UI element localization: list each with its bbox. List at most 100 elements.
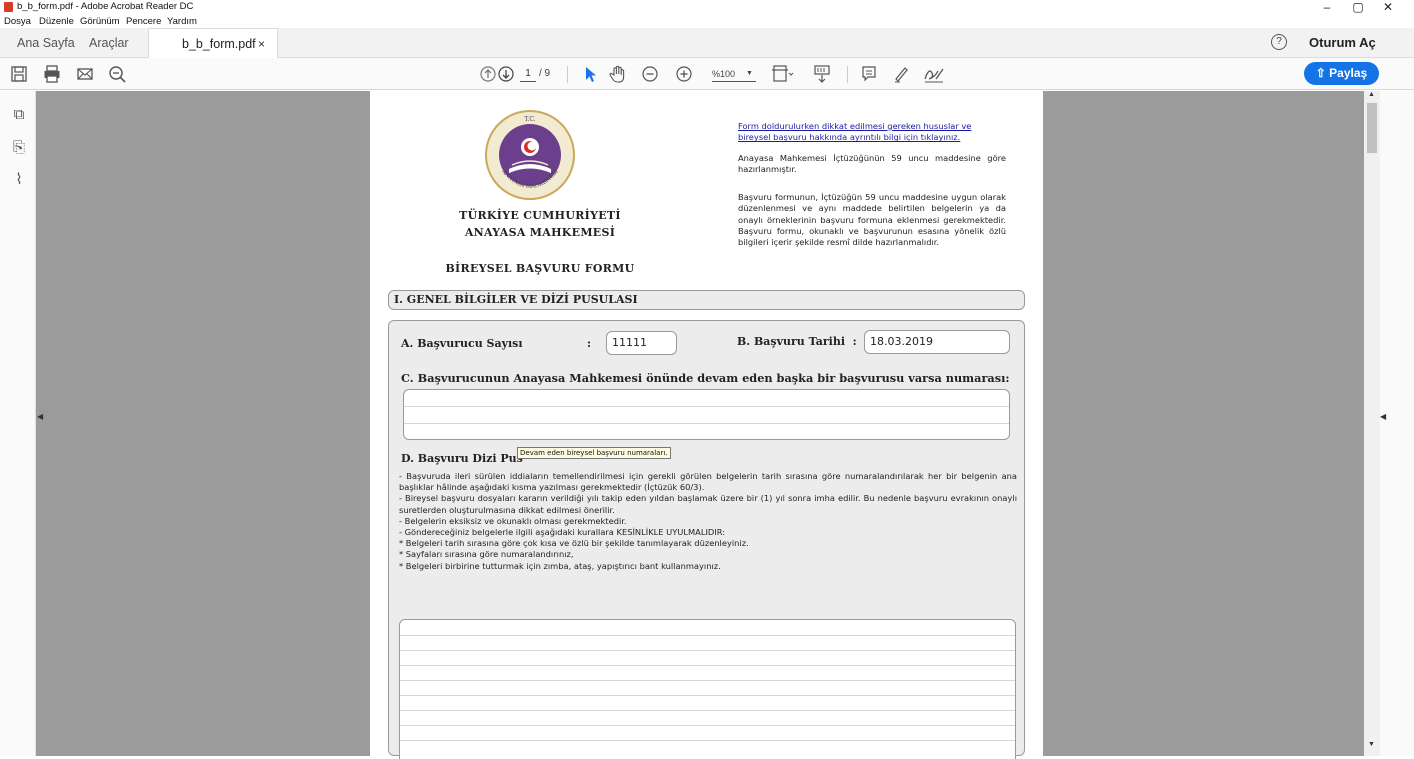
field-tooltip: Devam eden bireysel başvuru numaraları. — [517, 447, 671, 459]
scroll-mode-icon[interactable] — [812, 63, 832, 85]
print-icon[interactable] — [43, 63, 61, 85]
field-rule-line — [404, 406, 1009, 407]
info-link-line1[interactable]: Form doldurulurken dikkat edilmesi gerek… — [738, 121, 971, 131]
highlight-pen-icon[interactable] — [892, 63, 910, 85]
menu-file[interactable]: Dosya — [4, 16, 31, 27]
scroll-thumb[interactable] — [1367, 103, 1377, 153]
share-icon: ⇧ — [1315, 66, 1330, 80]
instruction-line: - Göndereceğiniz belgelerle ilgili aşağı… — [399, 527, 726, 538]
share-button[interactable]: ⇧ Paylaş — [1304, 62, 1379, 85]
left-navigation-panel: ⧉ ⎘ ⌇ — [0, 91, 36, 756]
pending-application-number-field[interactable] — [403, 389, 1010, 440]
intro-paragraph-1: Anayasa Mahkemesi İçtüzüğünün 59 uncu ma… — [738, 153, 1006, 175]
window-title: b_b_form.pdf - Adobe Acrobat Reader DC — [17, 1, 194, 12]
general-info-section: A. Başvurucu Sayısı : 11111 B. Başvuru T… — [388, 320, 1025, 759]
info-link[interactable]: Form doldurulurken dikkat edilmesi gerek… — [738, 121, 1006, 144]
instruction-line: * Belgeleri tarih sırasına göre çok kısa… — [399, 538, 749, 549]
sign-in-button[interactable]: Oturum Aç — [1309, 35, 1376, 50]
tab-close-icon[interactable]: × — [258, 29, 265, 59]
tab-bar: Ana Sayfa Araçlar b_b_form.pdf × ? Oturu… — [0, 28, 1414, 58]
instructions-block: - Başvuruda ileri sürülen iddiaların tem… — [399, 471, 1017, 572]
menu-window[interactable]: Pencere — [126, 16, 161, 27]
field-rule-line — [400, 710, 1015, 711]
application-date-field[interactable]: 18.03.2019 — [864, 330, 1010, 354]
help-icon[interactable]: ? — [1271, 34, 1287, 50]
zoom-search-icon[interactable] — [108, 63, 126, 85]
title-bar: b_b_form.pdf - Adobe Acrobat Reader DC –… — [0, 0, 1414, 14]
attachment-icon[interactable]: ⌇ — [10, 171, 28, 189]
restore-button[interactable]: ▢ — [1343, 0, 1373, 14]
index-slip-label: D. Başvuru Dizi Pus — [401, 452, 523, 465]
pdf-page: T.C. ANAYASA MAHKEMESİ TÜRKİYE CUMHURİYE… — [370, 91, 1043, 759]
collapse-left-panel-icon[interactable]: ◀ — [37, 412, 43, 421]
org-name-line1: TÜRKİYE CUMHURİYETİ — [459, 209, 621, 222]
tab-tools[interactable]: Araçlar — [89, 28, 129, 58]
instruction-line: - Bireysel başvuru dosyaları kararın ver… — [399, 493, 1017, 515]
copy-pages-icon[interactable]: ⎘ — [10, 139, 28, 157]
application-date-label-text: B. Başvuru Tarihi — [737, 335, 845, 348]
vertical-scrollbar[interactable]: ▲ ▼ — [1364, 91, 1380, 756]
application-date-label: B. Başvuru Tarihi : — [737, 335, 857, 348]
instruction-line: * Sayfaları sırasına göre numaralandırın… — [399, 549, 574, 560]
share-label: Paylaş — [1329, 66, 1368, 80]
next-page-icon[interactable] — [497, 63, 515, 85]
close-button[interactable]: ✕ — [1373, 0, 1403, 14]
document-list-field[interactable] — [399, 619, 1016, 759]
field-rule-line — [400, 725, 1015, 726]
field-rule-line — [400, 680, 1015, 681]
info-link-line2[interactable]: bireysel başvuru hakkında ayrıntılı bilg… — [738, 132, 960, 142]
field-rule-line — [404, 423, 1009, 424]
menu-edit[interactable]: Düzenle — [39, 16, 74, 27]
menu-bar: Dosya Düzenle Görünüm Pencere Yardım — [0, 14, 1414, 28]
colon-separator: : — [587, 337, 592, 350]
applicant-count-label: A. Başvurucu Sayısı — [401, 337, 523, 350]
constitutional-court-seal: T.C. ANAYASA MAHKEMESİ — [485, 110, 575, 200]
email-icon[interactable] — [76, 63, 94, 85]
field-rule-line — [400, 695, 1015, 696]
applicant-count-field[interactable]: 11111 — [606, 331, 677, 355]
instruction-line: - Başvuruda ileri sürülen iddiaların tem… — [399, 471, 1017, 493]
org-name-line2: ANAYASA MAHKEMESİ — [464, 226, 616, 239]
pending-application-label: C. Başvurucunun Anayasa Mahkemesi önünde… — [401, 371, 1010, 385]
colon-separator: : — [852, 335, 857, 348]
minimize-button[interactable]: – — [1312, 0, 1342, 14]
page-total: / 9 — [539, 68, 551, 79]
hand-tool-icon[interactable] — [609, 63, 627, 85]
instruction-line: * Belgeleri birbirine tutturmak için zım… — [399, 560, 721, 571]
page-number-input[interactable]: 1 — [520, 66, 536, 82]
fit-page-icon[interactable] — [770, 63, 794, 85]
menu-help[interactable]: Yardım — [167, 16, 197, 27]
acrobat-icon — [4, 2, 13, 12]
expand-right-panel-icon[interactable]: ◀ — [1380, 412, 1386, 421]
page-thumbnails-icon[interactable]: ⧉ — [10, 106, 28, 124]
zoom-dropdown[interactable]: %100 ▼ — [712, 66, 756, 82]
zoom-value: %100 — [712, 69, 736, 79]
comment-icon[interactable] — [860, 63, 878, 85]
scroll-up-icon[interactable]: ▲ — [1368, 91, 1375, 98]
menu-view[interactable]: Görünüm — [80, 16, 120, 27]
section-header: I. GENEL BİLGİLER VE DİZİ PUSULASI — [388, 290, 1025, 310]
toolbar-separator — [847, 66, 848, 83]
field-rule-line — [400, 635, 1015, 636]
tab-document-label: b_b_form.pdf — [182, 37, 256, 51]
scroll-down-icon[interactable]: ▼ — [1368, 741, 1375, 748]
select-tool-icon[interactable] — [582, 63, 598, 85]
toolbar: 1 / 9 %100 ▼ ⇧ Paylaş — [0, 58, 1414, 90]
previous-page-icon[interactable] — [479, 63, 497, 85]
sign-icon[interactable] — [922, 63, 946, 85]
tab-document[interactable]: b_b_form.pdf × — [148, 28, 278, 58]
tab-home[interactable]: Ana Sayfa — [17, 28, 75, 58]
instruction-line: - Belgelerin eksiksiz ve okunaklı olması… — [399, 515, 627, 526]
field-rule-line — [400, 650, 1015, 651]
zoom-out-icon[interactable] — [641, 63, 659, 85]
field-rule-line — [400, 665, 1015, 666]
save-icon[interactable] — [10, 63, 28, 85]
form-title: BİREYSEL BAŞVURU FORMU — [445, 262, 635, 275]
chevron-down-icon: ▼ — [746, 70, 753, 77]
toolbar-separator — [567, 66, 568, 83]
seal-tc-text: T.C. — [524, 116, 535, 123]
field-rule-line — [400, 740, 1015, 741]
intro-paragraph-2: Başvuru formunun, İçtüzüğün 59 uncu madd… — [738, 192, 1006, 248]
zoom-in-icon[interactable] — [675, 63, 693, 85]
right-panel — [1380, 91, 1414, 756]
